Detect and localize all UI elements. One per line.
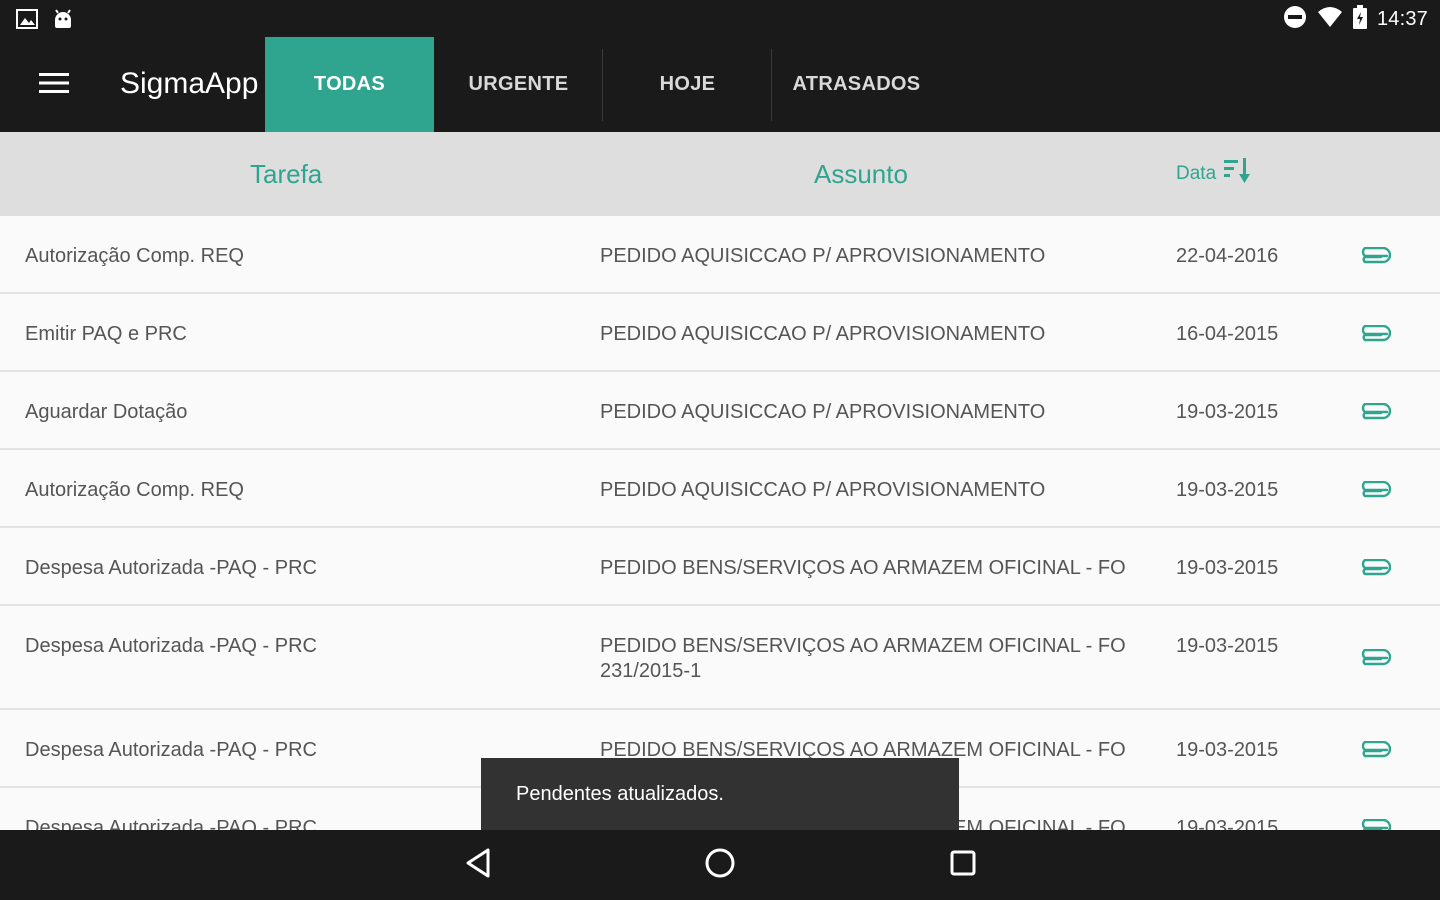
snackbar: Pendentes atualizados. <box>481 758 959 830</box>
tab-urgente[interactable]: URGENTE <box>434 37 603 132</box>
app-title: SigmaApp <box>120 67 259 100</box>
cell-tarefa: Despesa Autorizada -PAQ - PRC <box>25 557 317 579</box>
recents-button[interactable] <box>943 845 983 885</box>
cell-tarefa: Autorização Comp. REQ <box>25 479 244 501</box>
do-not-disturb-icon <box>1283 5 1307 34</box>
cell-assunto: PEDIDO BENS/SERVIÇOS AO ARMAZEM OFICINAL… <box>600 635 1126 682</box>
wifi-icon <box>1317 6 1343 33</box>
tab-atrasados[interactable]: ATRASADOS <box>772 37 941 132</box>
status-bar: 14:37 <box>0 0 1440 37</box>
tab-label: HOJE <box>659 73 716 95</box>
attachment-icon[interactable] <box>1356 322 1392 346</box>
cell-assunto: PEDIDO AQUISICCAO P/ APROVISIONAMENTO <box>600 323 1046 345</box>
android-debug-icon <box>52 8 74 35</box>
cell-data: 19-03-2015 <box>1176 739 1279 761</box>
column-header-tarefa: Tarefa <box>250 158 323 189</box>
table-row[interactable]: Autorização Comp. REQ PEDIDO AQUISICCAO … <box>0 216 1440 294</box>
cell-data: 19-03-2015 <box>1176 557 1279 579</box>
column-header-assunto: Assunto <box>814 158 908 189</box>
battery-icon <box>1352 4 1367 34</box>
cell-tarefa: Emitir PAQ e PRC <box>25 323 187 345</box>
table-row[interactable]: Despesa Autorizada -PAQ - PRC PEDIDO BEN… <box>0 606 1440 710</box>
attachment-icon[interactable] <box>1356 556 1392 580</box>
table-row[interactable]: Aguardar Dotação PEDIDO AQUISICCAO P/ AP… <box>0 372 1440 450</box>
column-header-data-label: Data <box>1176 163 1217 184</box>
column-header-data[interactable]: Data <box>1176 132 1252 216</box>
menu-button[interactable] <box>30 65 78 105</box>
tab-bar: TODAS URGENTE HOJE ATRASADOS <box>265 37 941 132</box>
cell-data: 19-03-2015 <box>1176 635 1279 657</box>
back-button[interactable] <box>458 845 498 885</box>
attachment-icon[interactable] <box>1356 244 1392 268</box>
tab-label: ATRASADOS <box>792 73 921 95</box>
back-icon <box>464 847 492 884</box>
table-row[interactable]: Autorização Comp. REQ PEDIDO AQUISICCAO … <box>0 450 1440 528</box>
cell-assunto: PEDIDO BENS/SERVIÇOS AO ARMAZEM OFICINAL… <box>600 557 1126 579</box>
sort-descending-icon <box>1224 158 1252 190</box>
attachment-icon[interactable] <box>1356 478 1392 502</box>
attachment-icon[interactable] <box>1356 738 1392 762</box>
screen: 14:37 SigmaApp TODAS URGENTE HOJE ATRASA… <box>0 0 1440 900</box>
status-time: 14:37 <box>1376 7 1428 30</box>
cell-data: 22-04-2016 <box>1176 245 1279 267</box>
cell-assunto: PEDIDO AQUISICCAO P/ APROVISIONAMENTO <box>600 245 1046 267</box>
cell-data: 19-03-2015 <box>1176 401 1279 423</box>
snackbar-message: Pendentes atualizados. <box>516 782 724 805</box>
cell-data: 19-03-2015 <box>1176 479 1279 501</box>
cell-tarefa: Despesa Autorizada -PAQ - PRC <box>25 635 317 657</box>
home-button[interactable] <box>700 845 740 885</box>
table-header: Tarefa Assunto Data <box>0 132 1440 216</box>
attachment-icon[interactable] <box>1356 646 1392 670</box>
status-left-icons <box>16 8 74 35</box>
cell-tarefa: Aguardar Dotação <box>25 401 188 423</box>
image-notification-icon <box>16 9 38 34</box>
cell-tarefa: Autorização Comp. REQ <box>25 245 244 267</box>
tab-label: TODAS <box>313 73 386 95</box>
tab-hoje[interactable]: HOJE <box>603 37 772 132</box>
status-right-icons: 14:37 <box>1283 4 1428 34</box>
recents-icon <box>949 849 977 882</box>
cell-assunto: PEDIDO AQUISICCAO P/ APROVISIONAMENTO <box>600 401 1046 423</box>
table-row[interactable]: Emitir PAQ e PRC PEDIDO AQUISICCAO P/ AP… <box>0 294 1440 372</box>
system-navigation-bar <box>0 830 1440 900</box>
attachment-icon[interactable] <box>1356 400 1392 424</box>
table-row[interactable]: Despesa Autorizada -PAQ - PRC PEDIDO BEN… <box>0 528 1440 606</box>
tab-label: URGENTE <box>468 73 569 95</box>
tab-todas[interactable]: TODAS <box>265 37 434 132</box>
hamburger-menu-icon <box>39 72 69 99</box>
home-icon <box>704 847 736 884</box>
cell-assunto: PEDIDO AQUISICCAO P/ APROVISIONAMENTO <box>600 479 1046 501</box>
app-bar: SigmaApp TODAS URGENTE HOJE ATRASADOS <box>0 37 1440 132</box>
cell-data: 16-04-2015 <box>1176 323 1279 345</box>
